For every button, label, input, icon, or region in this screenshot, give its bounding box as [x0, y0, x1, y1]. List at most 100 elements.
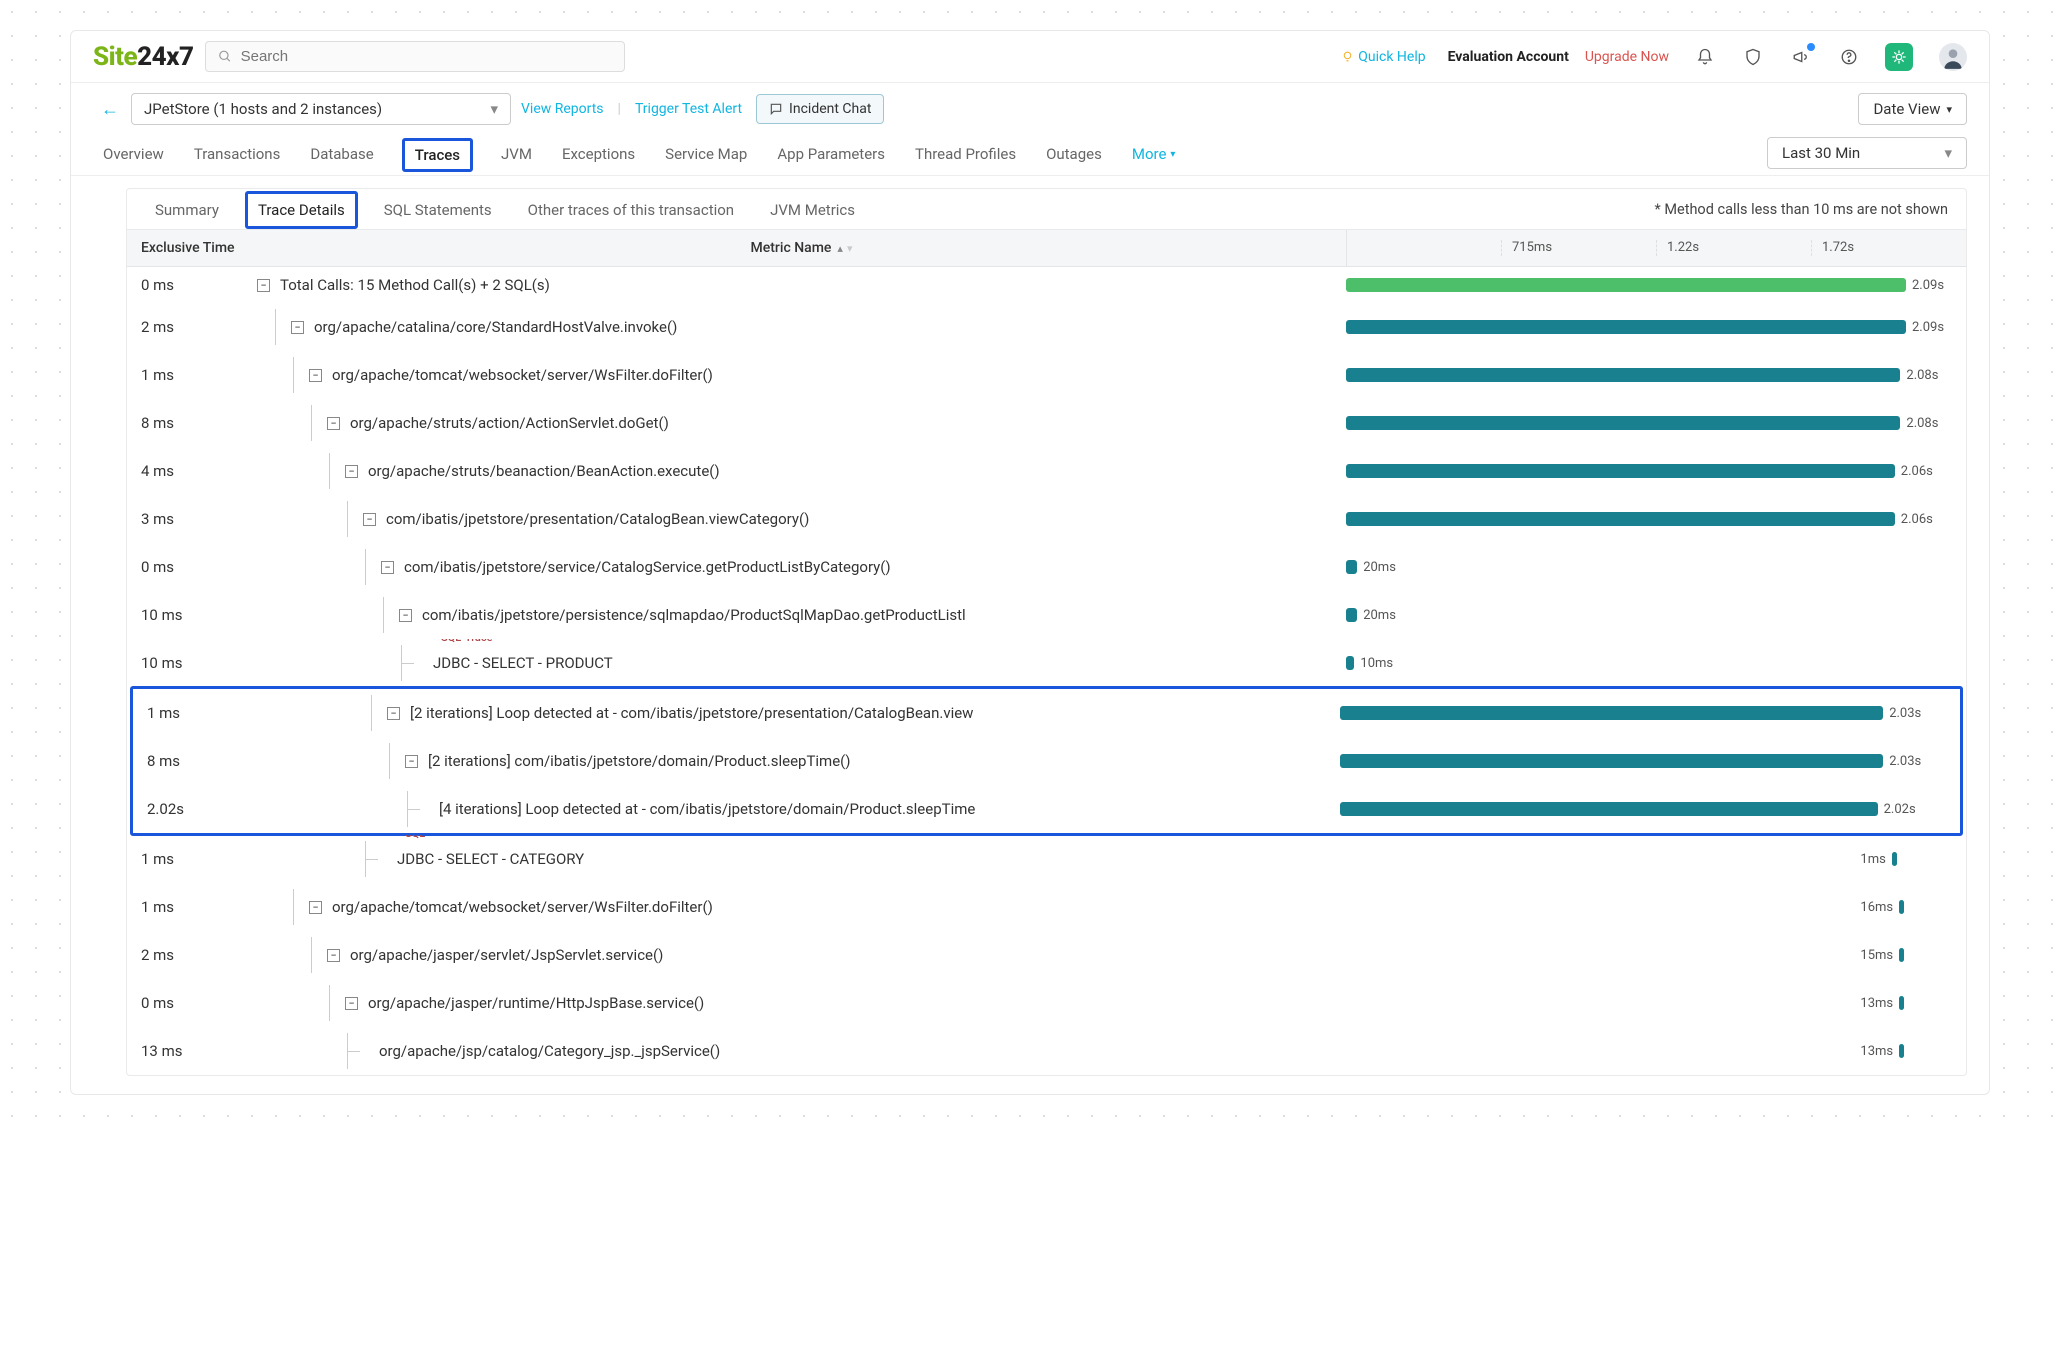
collapse-toggle[interactable]: −: [291, 321, 304, 334]
method-cell: −[2 iterations] Loop detected at - com/i…: [263, 689, 1340, 737]
collapse-toggle[interactable]: −: [405, 755, 418, 768]
time-range-select[interactable]: Last 30 Min ▾: [1767, 137, 1967, 169]
duration-bar: [1340, 754, 1883, 768]
tab-thread-profiles[interactable]: Thread Profiles: [913, 137, 1018, 175]
exclusive-time: 1 ms: [127, 892, 257, 922]
exclusive-time: 8 ms: [127, 408, 257, 438]
shield-icon[interactable]: [1741, 45, 1765, 69]
tab-traces[interactable]: Traces: [402, 138, 473, 172]
view-reports-link[interactable]: View Reports: [521, 101, 604, 117]
collapse-toggle[interactable]: −: [309, 369, 322, 382]
sql-tag: SQL-Trace: [441, 639, 493, 644]
method-cell: −org/apache/jasper/servlet/JspServlet.se…: [257, 931, 1346, 979]
trace-row: 10 ms−com/ibatis/jpetstore/persistence/s…: [127, 591, 1966, 639]
tab-more[interactable]: More ▾: [1130, 137, 1178, 175]
collapse-toggle[interactable]: −: [345, 465, 358, 478]
collapse-toggle[interactable]: −: [257, 279, 270, 292]
tab-jvm[interactable]: JVM: [499, 137, 534, 175]
method-name: [4 iterations] Loop detected at - com/ib…: [439, 800, 975, 818]
back-arrow-icon[interactable]: ←: [101, 99, 119, 120]
method-name: JDBC - SELECT - CATEGORY: [397, 850, 584, 868]
exclusive-time: 0 ms: [127, 988, 257, 1018]
collapse-toggle[interactable]: −: [327, 949, 340, 962]
sort-icons[interactable]: ▴▾: [837, 242, 852, 255]
tab-service-map[interactable]: Service Map: [663, 137, 749, 175]
trace-row: 0 ms−Total Calls: 15 Method Call(s) + 2 …: [127, 267, 1966, 303]
trace-table-header: Exclusive Time Metric Name ▴▾ 715ms1.22s…: [127, 230, 1966, 267]
account-label: Evaluation Account: [1448, 49, 1569, 65]
trace-row: 0 ms−org/apache/jasper/runtime/HttpJspBa…: [127, 979, 1966, 1027]
collapse-toggle[interactable]: −: [399, 609, 412, 622]
collapse-toggle[interactable]: −: [381, 561, 394, 574]
exclusive-time: 10 ms: [127, 648, 257, 678]
duration-bar: [1340, 706, 1883, 720]
trace-row: 1 ms−org/apache/tomcat/websocket/server/…: [127, 351, 1966, 399]
subtab-summary[interactable]: Summary: [145, 189, 229, 229]
duration-label: 2.08s: [1906, 368, 1938, 383]
duration-label: 2.03s: [1889, 706, 1921, 721]
duration-label: 13ms: [1860, 996, 1893, 1011]
trigger-alert-link[interactable]: Trigger Test Alert: [635, 101, 742, 117]
megaphone-icon[interactable]: [1789, 45, 1813, 69]
tab-app-parameters[interactable]: App Parameters: [775, 137, 887, 175]
quick-help-link[interactable]: Quick Help: [1341, 49, 1425, 65]
tab-transactions[interactable]: Transactions: [192, 137, 283, 175]
date-view-select[interactable]: Date View ▾: [1858, 93, 1967, 125]
timeline-cell: 2.06s: [1346, 506, 1966, 533]
trace-table-body: 0 ms−Total Calls: 15 Method Call(s) + 2 …: [127, 267, 1966, 1075]
chat-icon: [769, 102, 783, 116]
tab-outages[interactable]: Outages: [1044, 137, 1104, 175]
subtab-jvm-metrics[interactable]: JVM Metrics: [760, 189, 865, 229]
timeline-cell: 20ms: [1346, 554, 1966, 581]
method-name: [2 iterations] Loop detected at - com/ib…: [410, 704, 973, 722]
trace-row: 8 ms−[2 iterations] com/ibatis/jpetstore…: [133, 737, 1960, 785]
incident-chat-button[interactable]: Incident Chat: [756, 94, 884, 124]
subtab-trace-details[interactable]: Trace Details: [245, 191, 358, 229]
method-cell: −Total Calls: 15 Method Call(s) + 2 SQL(…: [257, 270, 1346, 300]
host-select[interactable]: JPetStore (1 hosts and 2 instances) ▾: [131, 93, 511, 125]
collapse-toggle[interactable]: −: [327, 417, 340, 430]
duration-bar: [1346, 320, 1906, 334]
collapse-toggle[interactable]: −: [345, 997, 358, 1010]
trace-row: 3 ms−com/ibatis/jpetstore/presentation/C…: [127, 495, 1966, 543]
method-cell: −[2 iterations] com/ibatis/jpetstore/dom…: [263, 737, 1340, 785]
host-select-value: JPetStore (1 hosts and 2 instances): [144, 100, 382, 118]
col-metric-header[interactable]: Metric Name ▴▾: [257, 230, 1346, 266]
help-icon[interactable]: [1837, 45, 1861, 69]
tab-database[interactable]: Database: [308, 137, 375, 175]
exclusive-time: 8 ms: [133, 746, 263, 776]
sql-tag: SQL: [405, 835, 425, 840]
refer-button[interactable]: [1885, 43, 1913, 71]
method-name: org/apache/jasper/servlet/JspServlet.ser…: [350, 946, 663, 964]
timeline-cell: 2.08s: [1346, 410, 1966, 437]
search-icon: [218, 49, 232, 64]
search-input[interactable]: [241, 48, 613, 65]
method-cell: −org/apache/struts/beanaction/BeanAction…: [257, 447, 1346, 495]
exclusive-time: 0 ms: [127, 552, 257, 582]
upgrade-link[interactable]: Upgrade Now: [1585, 49, 1669, 65]
collapse-toggle[interactable]: −: [387, 707, 400, 720]
trace-row: 2.02s [4 iterations] Loop detected at - c…: [133, 785, 1960, 833]
duration-bar: [1346, 464, 1895, 478]
avatar[interactable]: [1939, 43, 1967, 71]
search-box[interactable]: [205, 41, 625, 72]
timeline-cell: 1ms: [1346, 846, 1966, 873]
timeline-cell: 2.02s: [1340, 796, 1960, 823]
bell-icon[interactable]: [1693, 45, 1717, 69]
collapse-toggle[interactable]: −: [309, 901, 322, 914]
tab-overview[interactable]: Overview: [101, 137, 166, 175]
subtab-sql-statements[interactable]: SQL Statements: [374, 189, 502, 229]
col-exclusive-header[interactable]: Exclusive Time: [127, 230, 257, 266]
trace-row: 2 ms−org/apache/catalina/core/StandardHo…: [127, 303, 1966, 351]
exclusive-time: 1 ms: [133, 698, 263, 728]
collapse-toggle[interactable]: −: [363, 513, 376, 526]
method-name: Total Calls: 15 Method Call(s) + 2 SQL(s…: [280, 276, 550, 294]
duration-label: 2.03s: [1889, 754, 1921, 769]
method-cell: −org/apache/tomcat/websocket/server/WsFi…: [257, 883, 1346, 931]
tab-exceptions[interactable]: Exceptions: [560, 137, 637, 175]
subtab-other-traces-of-this-transaction[interactable]: Other traces of this transaction: [518, 189, 744, 229]
duration-label: 2.09s: [1912, 278, 1944, 293]
timeline-cell: 15ms: [1346, 942, 1966, 969]
duration-bar: [1899, 900, 1904, 914]
exclusive-time: 2 ms: [127, 940, 257, 970]
